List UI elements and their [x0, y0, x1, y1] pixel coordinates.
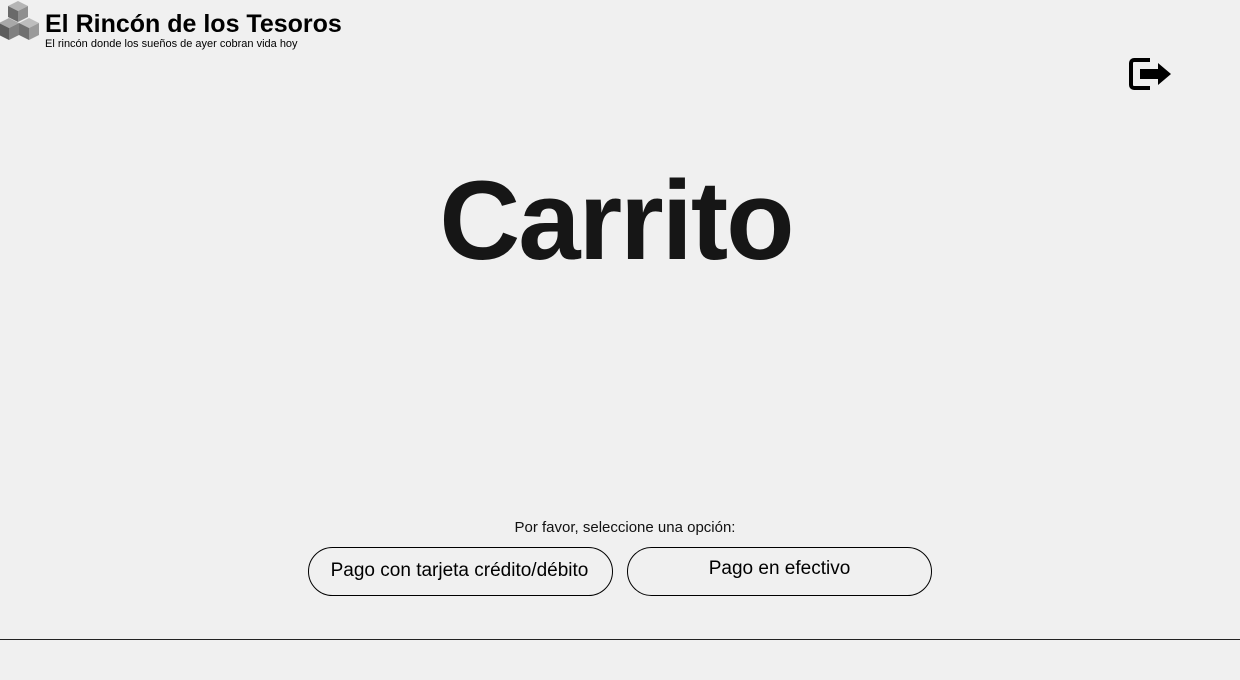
- payment-prompt: Por favor, seleccione una opción:: [514, 519, 736, 536]
- footer-divider: [0, 639, 1240, 640]
- logout-icon: [1128, 56, 1174, 92]
- site-tagline: El rincón donde los sueños de ayer cobra…: [45, 38, 298, 50]
- cart-page: El Rincón de los Tesoros El rincón donde…: [0, 0, 1240, 680]
- payment-options: Pago con tarjeta crédito/débito Pago en …: [308, 547, 932, 596]
- stacked-cubes-logo-icon[interactable]: [0, 0, 42, 44]
- pay-cash-button[interactable]: Pago en efectivo: [627, 547, 932, 596]
- pay-card-button[interactable]: Pago con tarjeta crédito/débito: [308, 547, 613, 596]
- page-title: Carrito: [439, 158, 794, 284]
- brand-text: El Rincón de los Tesoros El rincón donde…: [45, 10, 342, 50]
- site-title[interactable]: El Rincón de los Tesoros: [45, 10, 342, 38]
- logout-button[interactable]: [1128, 56, 1174, 92]
